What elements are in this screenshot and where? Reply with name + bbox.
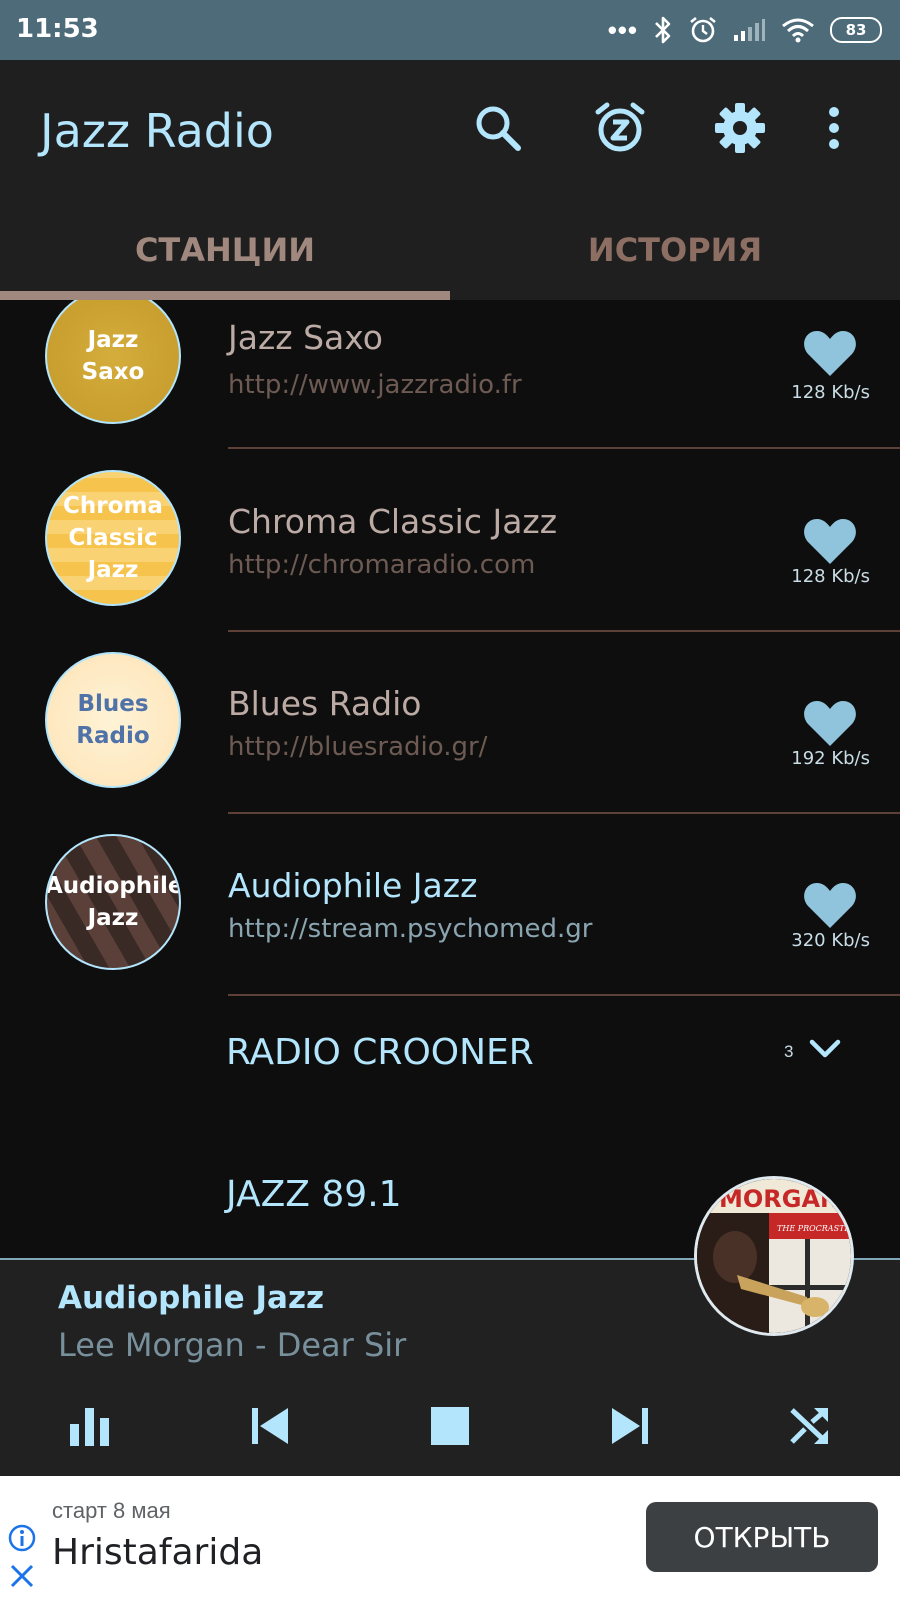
station-logo: Chroma Classic Jazz xyxy=(45,470,181,606)
station-name: Audiophile Jazz xyxy=(228,866,478,905)
favorite-heart-icon[interactable] xyxy=(802,516,858,566)
ad-open-button[interactable]: ОТКРЫТЬ xyxy=(646,1502,878,1572)
tab-stations[interactable]: СТАНЦИИ xyxy=(0,200,450,300)
tab-bar: СТАНЦИИ ИСТОРИЯ xyxy=(0,200,900,300)
skip-next-icon xyxy=(612,1408,648,1444)
station-bitrate: 128 Kb/s xyxy=(791,382,870,403)
album-subtitle-text: THE PROCRASTINATOR xyxy=(777,1224,851,1233)
tab-indicator xyxy=(0,291,450,300)
app-bar: Jazz Radio xyxy=(0,60,900,200)
station-row-audiophile-jazz[interactable]: Audiophile Jazz Audiophile Jazz http://s… xyxy=(0,834,900,1016)
station-row-chroma-classic-jazz[interactable]: Chroma Classic Jazz Chroma Classic Jazz … xyxy=(0,470,900,652)
station-url: http://www.jazzradio.fr xyxy=(228,370,522,400)
sleep-timer-icon[interactable] xyxy=(592,100,648,156)
group-title: RADIO CROONER xyxy=(226,1032,534,1073)
bluetooth-icon xyxy=(655,16,671,44)
station-group-radio-crooner[interactable]: RADIO CROONER 3 xyxy=(0,996,900,1096)
more-notifications-icon: ••• xyxy=(607,14,638,45)
wifi-icon xyxy=(782,18,814,43)
equalizer-icon xyxy=(70,1408,109,1446)
favorite-heart-icon[interactable] xyxy=(802,880,858,930)
status-time: 11:53 xyxy=(16,14,99,44)
now-playing-track: Lee Morgan - Dear Sir xyxy=(58,1326,407,1364)
shuffle-button[interactable] xyxy=(780,1396,840,1456)
list-divider xyxy=(228,447,900,449)
app-title: Jazz Radio xyxy=(40,104,274,158)
station-url: http://stream.psychomed.gr xyxy=(228,914,593,944)
previous-button[interactable] xyxy=(240,1396,300,1456)
station-row-jazz-saxo[interactable]: Jazz Saxo Jazz Saxo http://www.jazzradio… xyxy=(0,300,900,470)
favorite-heart-icon[interactable] xyxy=(802,328,858,378)
station-url: http://chromaradio.com xyxy=(228,550,536,580)
status-icons: ••• 83 xyxy=(608,12,882,48)
tab-history[interactable]: ИСТОРИЯ xyxy=(450,200,900,300)
settings-gear-icon[interactable] xyxy=(712,100,768,156)
next-button[interactable] xyxy=(600,1396,660,1456)
shuffle-icon xyxy=(790,1408,828,1444)
station-bitrate: 128 Kb/s xyxy=(791,566,870,587)
station-bitrate: 320 Kb/s xyxy=(791,930,870,951)
station-list[interactable]: Jazz Saxo Jazz Saxo http://www.jazzradio… xyxy=(0,300,900,1258)
favorite-heart-icon[interactable] xyxy=(802,698,858,748)
ad-banner[interactable]: старт 8 мая Hristafarida ОТКРЫТЬ xyxy=(0,1476,900,1600)
group-title: JAZZ 89.1 xyxy=(226,1174,402,1215)
list-divider xyxy=(228,812,900,814)
station-logo-text: Jazz Saxo xyxy=(81,327,145,385)
search-icon[interactable] xyxy=(470,100,526,156)
station-logo-text: Blues Radio xyxy=(76,691,150,749)
alarm-icon xyxy=(690,16,716,43)
station-bitrate: 192 Kb/s xyxy=(791,748,870,769)
ad-title[interactable]: Hristafarida xyxy=(52,1532,263,1573)
album-cover-image: MORGAN THE PROCRASTINATOR xyxy=(697,1179,851,1333)
station-logo-text: Chroma Classic Jazz xyxy=(63,493,163,583)
station-name: Blues Radio xyxy=(228,684,422,723)
ad-subtitle: старт 8 мая xyxy=(52,1498,171,1523)
equalizer-button[interactable] xyxy=(60,1396,120,1456)
skip-previous-icon xyxy=(252,1408,288,1444)
battery-indicator: 83 xyxy=(830,17,882,43)
station-logo: Blues Radio xyxy=(45,652,181,788)
station-logo: Jazz Saxo xyxy=(45,300,181,424)
stop-button[interactable] xyxy=(420,1396,480,1456)
ad-info-icon[interactable] xyxy=(8,1524,36,1552)
list-divider xyxy=(228,630,900,632)
group-count: 3 xyxy=(784,1042,794,1061)
chevron-down-icon[interactable] xyxy=(808,1034,842,1062)
signal-icon xyxy=(734,19,765,41)
overflow-menu-icon[interactable] xyxy=(818,100,850,156)
stop-icon xyxy=(431,1407,469,1445)
station-name: Jazz Saxo xyxy=(228,318,383,357)
station-url: http://bluesradio.gr/ xyxy=(228,732,488,762)
station-row-blues-radio[interactable]: Blues Radio Blues Radio http://bluesradi… xyxy=(0,652,900,834)
now-playing-station: Audiophile Jazz xyxy=(58,1280,325,1316)
status-bar: 11:53 ••• 83 xyxy=(0,0,900,60)
ad-close-icon[interactable] xyxy=(8,1562,36,1590)
station-logo: Audiophile Jazz xyxy=(45,834,181,970)
station-name: Chroma Classic Jazz xyxy=(228,502,558,541)
station-logo-text: Audiophile Jazz xyxy=(45,873,181,931)
album-art[interactable]: MORGAN THE PROCRASTINATOR xyxy=(694,1176,854,1336)
